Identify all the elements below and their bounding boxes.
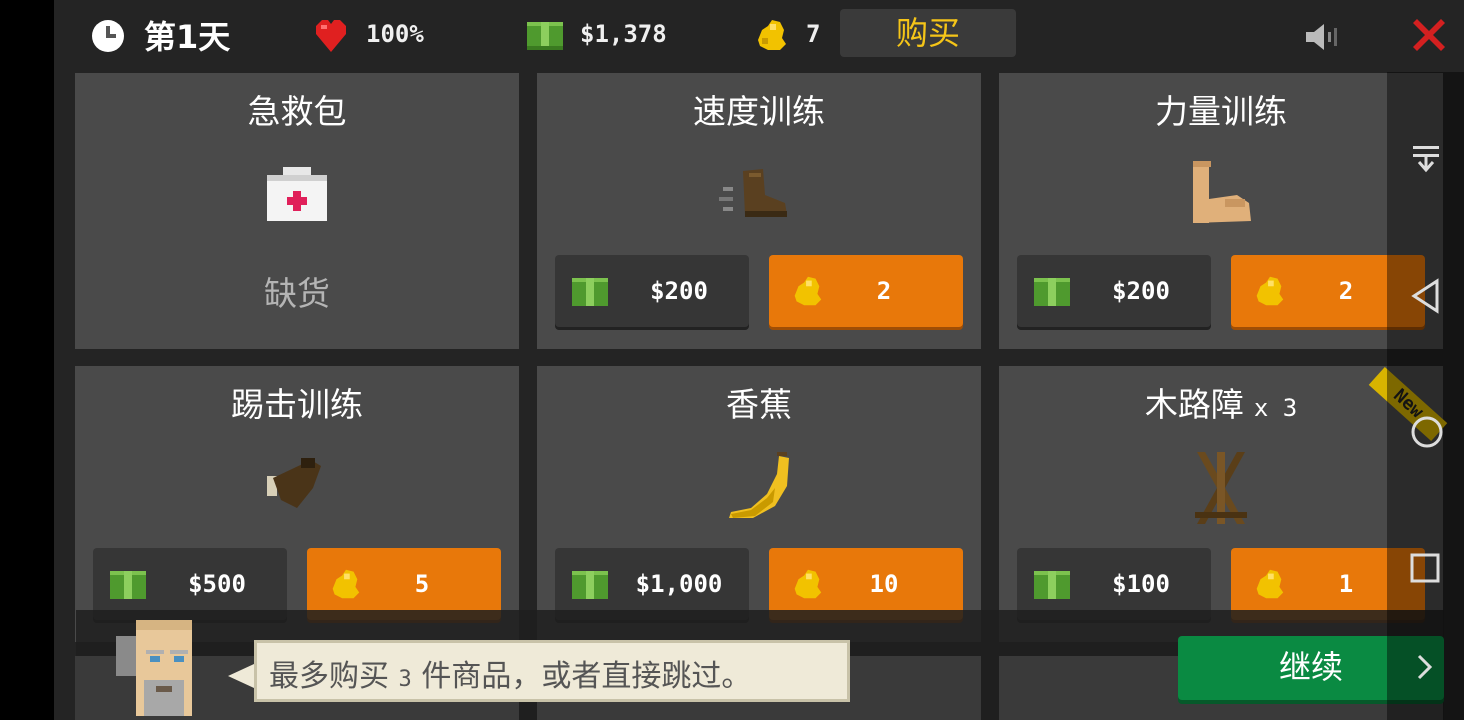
back-icon[interactable] xyxy=(1409,278,1443,314)
item-name: 力量训练 xyxy=(1155,92,1287,131)
shop-item-card[interactable]: 香蕉 $1,000 10 xyxy=(537,366,981,642)
gold-nugget-icon xyxy=(758,20,786,50)
kick-boot-icon xyxy=(267,458,321,508)
heart-icon xyxy=(316,20,346,52)
health-value: 100% xyxy=(366,20,424,48)
sold-out-label: 缺货 xyxy=(264,274,330,313)
close-icon[interactable] xyxy=(1410,16,1448,54)
shop-item-card[interactable]: 力量训练 $200 2 xyxy=(999,73,1443,349)
gold-nugget-icon xyxy=(794,569,822,599)
gold-nugget-icon xyxy=(794,276,822,306)
cash-icon xyxy=(1034,571,1070,599)
home-icon[interactable] xyxy=(1409,414,1445,450)
day-counter: 第1天 xyxy=(144,18,231,56)
gold-nugget-icon xyxy=(332,569,360,599)
wooden-barricade-icon xyxy=(1195,452,1247,524)
gold-price: 2 xyxy=(1338,277,1354,305)
buy-with-cash-button[interactable]: $200 xyxy=(1017,255,1211,327)
pull-down-icon[interactable] xyxy=(1409,142,1443,176)
gold-nugget-icon xyxy=(1256,569,1284,599)
buy-with-gold-button[interactable]: 2 xyxy=(769,255,963,327)
item-name: 速度训练 xyxy=(693,92,825,131)
cash-icon xyxy=(527,22,563,50)
item-name: 急救包 xyxy=(247,92,347,131)
shop-item-card[interactable]: 木路障 x 3 $100 1 xyxy=(999,366,1443,642)
clock-icon xyxy=(92,20,124,52)
hint-text: 最多购买 3 件商品，或者直接跳过。 xyxy=(269,659,752,694)
shopkeeper-avatar xyxy=(116,620,192,716)
buy-gold-button[interactable]: 购买 xyxy=(840,9,1016,57)
cash-icon xyxy=(572,571,608,599)
flexed-arm-icon xyxy=(1193,161,1251,223)
gold-value: 7 xyxy=(806,20,821,48)
speech-bubble-tail xyxy=(228,664,254,688)
cash-icon xyxy=(572,278,608,306)
item-name: 香蕉 xyxy=(726,385,792,424)
shop-item-card[interactable]: 急救包 缺货 xyxy=(75,73,519,349)
cash-price: $200 xyxy=(650,277,708,305)
item-name: 踢击训练 xyxy=(231,385,363,424)
cash-icon xyxy=(110,571,146,599)
running-shoe-icon xyxy=(719,169,787,217)
recent-apps-icon[interactable] xyxy=(1409,552,1441,584)
shop-item-card[interactable]: 速度训练 $200 2 xyxy=(537,73,981,349)
cash-icon xyxy=(1034,278,1070,306)
shop-item-card[interactable]: 踢击训练 $500 5 xyxy=(75,366,519,642)
chevron-right-icon[interactable] xyxy=(1409,652,1439,682)
shop-screen: 第1天 100% $1,378 7 购买 急救包 缺货 速度训练 $200 2 … xyxy=(54,0,1464,720)
buy-with-cash-button[interactable]: $200 xyxy=(555,255,749,327)
top-status-bar: 第1天 100% $1,378 7 购买 xyxy=(54,0,1464,72)
banana-icon xyxy=(729,452,789,518)
item-quantity: x 3 xyxy=(1253,394,1298,422)
cash-value: $1,378 xyxy=(580,20,667,48)
first-aid-kit-icon xyxy=(267,167,327,221)
gold-price: 2 xyxy=(876,277,892,305)
cash-price: $200 xyxy=(1112,277,1170,305)
item-name: 木路障 xyxy=(1144,385,1244,424)
speaker-icon[interactable] xyxy=(1304,22,1344,52)
gold-nugget-icon xyxy=(1256,276,1284,306)
hint-speech-bubble: 最多购买 3 件商品，或者直接跳过。 xyxy=(254,640,850,702)
